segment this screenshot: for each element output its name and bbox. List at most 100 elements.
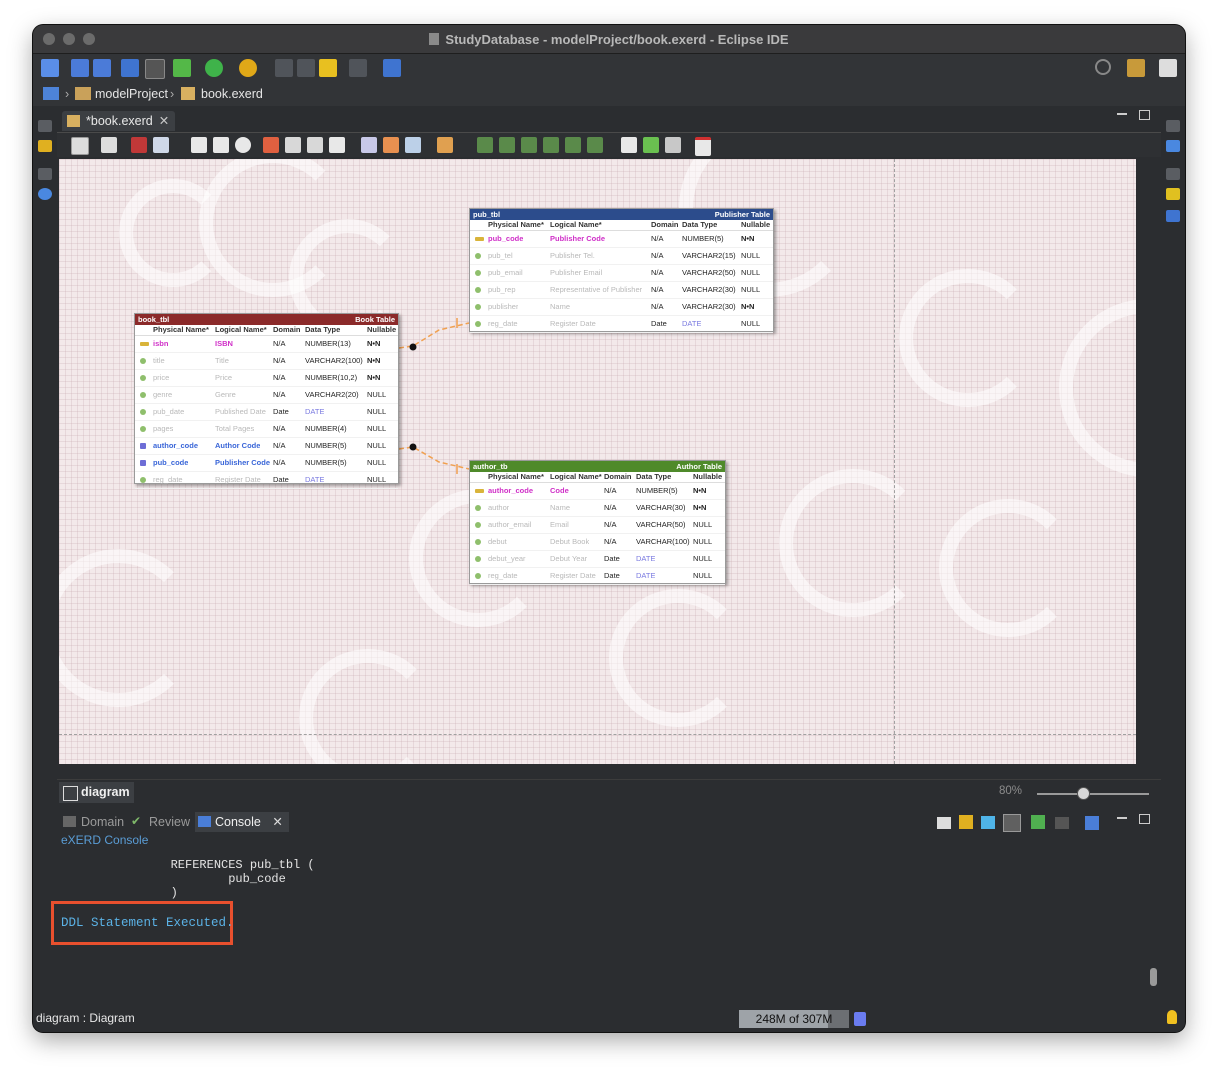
garbage-collect-icon[interactable] bbox=[854, 1012, 866, 1026]
align-bottom-icon[interactable] bbox=[587, 137, 603, 153]
forward-arrow-icon[interactable] bbox=[349, 59, 367, 77]
breadcrumb-file[interactable]: book.exerd bbox=[201, 87, 263, 101]
table-row[interactable]: debut_year Debut Year Date DATE NULL bbox=[470, 551, 725, 568]
table-row[interactable]: pub_email Publisher Email N/A VARCHAR2(50) N… bbox=[470, 265, 773, 282]
table-row[interactable]: author Name N/A VARCHAR(30) N•N bbox=[470, 500, 725, 517]
table-row[interactable]: author_code Code N/A NUMBER(5) N•N bbox=[470, 483, 725, 500]
image-export-icon[interactable] bbox=[405, 137, 421, 153]
clear-console-icon[interactable] bbox=[937, 817, 951, 829]
calendar-icon[interactable] bbox=[131, 137, 147, 153]
quick-access-search-icon[interactable] bbox=[1095, 59, 1111, 75]
palette-icon[interactable] bbox=[38, 188, 52, 200]
console-output[interactable]: REFERENCES pub_tbl ( pub_code ) DDL Stat… bbox=[51, 848, 1145, 988]
table-row[interactable]: publisher Name N/A VARCHAR2(30) N•N bbox=[470, 299, 773, 316]
open-perspective-icon[interactable] bbox=[1127, 59, 1145, 77]
validate-icon[interactable] bbox=[643, 137, 659, 153]
auto-layout-icon[interactable] bbox=[437, 137, 453, 153]
hierarchy-icon[interactable] bbox=[1166, 210, 1180, 222]
show-console-icon[interactable] bbox=[1003, 814, 1021, 832]
search-icon[interactable] bbox=[239, 59, 257, 77]
non-identifying-relation-icon[interactable] bbox=[307, 137, 323, 153]
relation-pub-book[interactable] bbox=[398, 322, 470, 349]
zoom-tool-icon[interactable] bbox=[235, 137, 251, 153]
new-file-icon[interactable] bbox=[41, 59, 59, 77]
restore-icon[interactable] bbox=[38, 120, 52, 132]
table-row[interactable]: pub_rep Representative of Publisher N/A VAR… bbox=[470, 282, 773, 299]
align-center-icon[interactable] bbox=[499, 137, 515, 153]
maximize-icon[interactable] bbox=[1139, 110, 1150, 120]
zoom-slider-track[interactable] bbox=[1037, 793, 1149, 795]
pin-console-icon[interactable] bbox=[1031, 815, 1045, 829]
table-row[interactable]: reg_date Register Date Date DATE NULL bbox=[470, 316, 773, 333]
display-selected-console-icon[interactable] bbox=[1055, 817, 1069, 829]
relation-author-book[interactable] bbox=[398, 446, 470, 470]
restore-icon[interactable] bbox=[1166, 120, 1180, 132]
pub-table-entity[interactable]: pub_tbl Publisher Table Physical Name* Lo… bbox=[469, 208, 774, 333]
author-table-entity[interactable]: author_tb Author Table Physical Name* Log… bbox=[469, 460, 726, 585]
table-row[interactable]: genre Genre N/A VARCHAR2(20) NULL bbox=[135, 387, 398, 404]
table-row[interactable]: author_email Email N/A VARCHAR(50) NULL bbox=[470, 517, 725, 534]
back-arrow-icon[interactable] bbox=[319, 59, 337, 77]
table-row[interactable]: author_code Author Code N/A NUMBER(5) NULL bbox=[135, 438, 398, 455]
editor-tab-book-exerd[interactable]: *book.exerd ✕ bbox=[62, 111, 176, 131]
align-right-icon[interactable] bbox=[521, 137, 537, 153]
minimize-icon[interactable] bbox=[1117, 113, 1127, 115]
align-left-icon[interactable] bbox=[477, 137, 493, 153]
toggle-breakpoints-icon[interactable] bbox=[145, 59, 165, 79]
table-row[interactable]: reg_date Register Date Date DATE NULL bbox=[135, 472, 398, 489]
next-edit-icon[interactable] bbox=[297, 59, 315, 77]
save-icon[interactable] bbox=[71, 59, 89, 77]
notation-icon[interactable] bbox=[71, 137, 89, 155]
table-row[interactable]: reg_date Register Date Date DATE NULL bbox=[470, 568, 725, 585]
open-console-icon[interactable] bbox=[1085, 816, 1099, 830]
maximize-icon[interactable] bbox=[1139, 814, 1150, 824]
zoom-slider-knob[interactable] bbox=[1077, 787, 1090, 800]
table-row[interactable]: pub_tel Publisher Tel. N/A VARCHAR2(15) NULL bbox=[470, 248, 773, 265]
save-all-icon[interactable] bbox=[93, 59, 111, 77]
table-row[interactable]: title Title N/A VARCHAR2(100) N•N bbox=[135, 353, 398, 370]
table-row[interactable]: pages Total Pages N/A NUMBER(4) NULL bbox=[135, 421, 398, 438]
close-tab-icon[interactable]: ✕ bbox=[159, 114, 169, 128]
console-scroll-thumb[interactable] bbox=[1150, 968, 1157, 986]
scroll-lock-icon[interactable] bbox=[959, 815, 973, 829]
table-row[interactable]: price Price N/A NUMBER(10,2) N•N bbox=[135, 370, 398, 387]
breadcrumb-project[interactable]: modelProject bbox=[95, 87, 168, 101]
table-tool-icon[interactable] bbox=[263, 137, 279, 153]
display-mode-icon[interactable] bbox=[101, 137, 117, 153]
package-explorer-icon[interactable] bbox=[38, 140, 52, 152]
note-tool-icon[interactable] bbox=[329, 137, 345, 153]
debug-icon[interactable] bbox=[173, 59, 191, 77]
restore-icon[interactable] bbox=[1166, 168, 1180, 180]
prev-edit-icon[interactable] bbox=[275, 59, 293, 77]
select-tool-icon[interactable] bbox=[191, 137, 207, 153]
tab-review[interactable]: ✔ Review bbox=[129, 812, 190, 832]
minimize-icon[interactable] bbox=[1117, 817, 1127, 819]
diagram-tab[interactable]: diagram bbox=[59, 782, 134, 803]
align-middle-icon[interactable] bbox=[565, 137, 581, 153]
table-row[interactable]: pub_date Published Date Date DATE NULL bbox=[135, 404, 398, 421]
table-row[interactable]: pub_code Publisher Code N/A NUMBER(5) NULL bbox=[135, 455, 398, 472]
print-icon[interactable] bbox=[383, 137, 399, 153]
clipboard-icon[interactable] bbox=[153, 137, 169, 153]
word-wrap-icon[interactable] bbox=[981, 816, 995, 829]
run-icon[interactable] bbox=[205, 59, 223, 77]
table-row[interactable]: debut Debut Book N/A VARCHAR(100) NULL bbox=[470, 534, 725, 551]
export-icon[interactable] bbox=[361, 137, 377, 153]
tip-of-day-icon[interactable] bbox=[1167, 1010, 1177, 1024]
book-table-entity[interactable]: book_tbl Book Table Physical Name* Logica… bbox=[134, 313, 399, 489]
diagram-canvas[interactable]: book_tbl Book Table Physical Name* Logica… bbox=[59, 159, 1136, 764]
document-icon[interactable] bbox=[621, 137, 637, 153]
console-scrollbar[interactable] bbox=[1147, 848, 1159, 988]
close-console-icon[interactable]: ✕ bbox=[272, 815, 282, 829]
tab-console[interactable]: Console ✕ bbox=[195, 812, 289, 832]
perspective-icon[interactable] bbox=[1159, 59, 1177, 77]
tasks-icon[interactable] bbox=[1166, 188, 1180, 200]
align-top-icon[interactable] bbox=[543, 137, 559, 153]
terminal-icon[interactable] bbox=[121, 59, 139, 77]
table-row[interactable]: pub_code Publisher Code N/A NUMBER(5) N•N bbox=[470, 231, 773, 248]
reverse-engineer-icon[interactable] bbox=[695, 137, 711, 156]
table-row[interactable]: isbn ISBN N/A NUMBER(13) N•N bbox=[135, 336, 398, 353]
pin-editor-icon[interactable] bbox=[383, 59, 401, 77]
restore-icon[interactable] bbox=[38, 168, 52, 180]
tab-domain[interactable]: Domain bbox=[61, 812, 124, 832]
